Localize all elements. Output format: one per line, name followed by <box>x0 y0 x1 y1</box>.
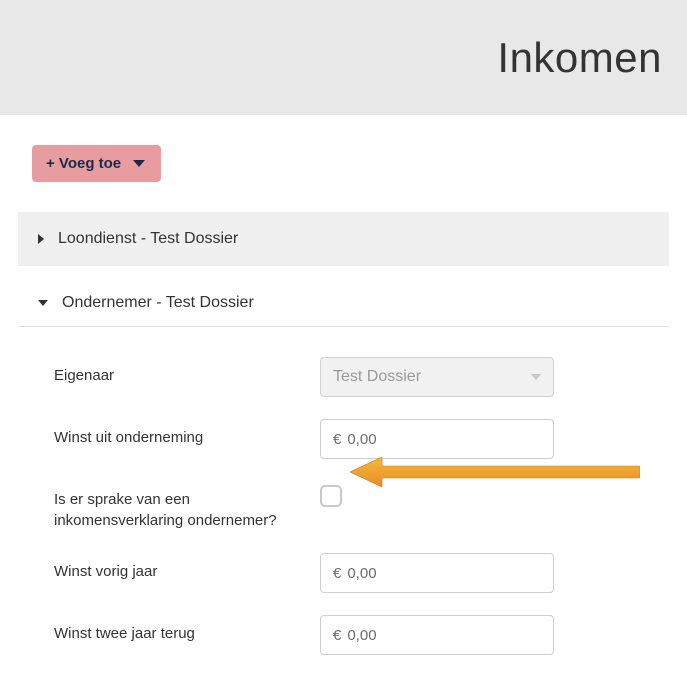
input-winst-onderneming[interactable]: € <box>320 419 554 459</box>
label-winst-vorig-jaar: Winst vorig jaar <box>54 553 320 582</box>
checkbox-inkomensverklaring[interactable] <box>320 485 342 507</box>
panel-loondienst[interactable]: Loondienst - Test Dossier <box>18 212 669 266</box>
add-button-label: + Voeg toe <box>46 155 121 172</box>
input-winst-onderneming-field[interactable] <box>347 431 541 448</box>
form-ondernemer: Eigenaar Test Dossier Winst uit ondernem… <box>18 327 669 655</box>
row-eigenaar: Eigenaar Test Dossier <box>54 357 669 397</box>
row-winst-twee-jaar: Winst twee jaar terug € <box>54 615 669 655</box>
row-winst-vorig-jaar: Winst vorig jaar € <box>54 553 669 593</box>
input-winst-vorig-jaar[interactable]: € <box>320 553 554 593</box>
panel-ondernemer[interactable]: Ondernemer - Test Dossier <box>18 276 669 327</box>
row-winst-onderneming: Winst uit onderneming € <box>54 419 669 459</box>
input-winst-twee-jaar-field[interactable] <box>347 627 541 644</box>
input-winst-vorig-jaar-field[interactable] <box>347 565 541 582</box>
currency-prefix: € <box>333 565 341 582</box>
page-title: Inkomen <box>497 34 662 82</box>
currency-prefix: € <box>333 627 341 644</box>
label-winst-twee-jaar: Winst twee jaar terug <box>54 615 320 644</box>
panel-ondernemer-title: Ondernemer - Test Dossier <box>62 294 254 312</box>
label-winst-onderneming: Winst uit onderneming <box>54 419 320 448</box>
caret-down-icon <box>38 300 48 306</box>
label-eigenaar: Eigenaar <box>54 357 320 386</box>
caret-right-icon <box>38 234 44 244</box>
select-eigenaar-value: Test Dossier <box>333 368 421 386</box>
currency-prefix: € <box>333 431 341 448</box>
add-button[interactable]: + Voeg toe <box>32 145 161 182</box>
label-inkomensverklaring: Is er sprake van een inkomensverklaring … <box>54 481 320 531</box>
row-inkomensverklaring: Is er sprake van een inkomensverklaring … <box>54 481 669 531</box>
page-header: Inkomen <box>0 0 687 115</box>
chevron-down-icon <box>133 160 145 167</box>
chevron-down-icon <box>531 374 541 380</box>
input-winst-twee-jaar[interactable]: € <box>320 615 554 655</box>
panel-loondienst-title: Loondienst - Test Dossier <box>58 230 238 248</box>
select-eigenaar[interactable]: Test Dossier <box>320 357 554 397</box>
content-area: + Voeg toe Loondienst - Test Dossier Ond… <box>0 115 687 675</box>
